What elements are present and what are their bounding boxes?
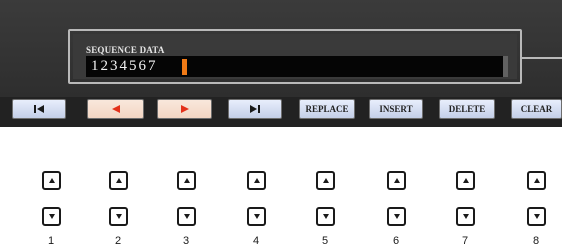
up-arrow-icon [48, 178, 55, 183]
down-button-3[interactable] [177, 207, 196, 226]
sequence-data-value: 1234567 [91, 58, 158, 74]
down-arrow-icon [462, 214, 469, 219]
down-button-1[interactable] [42, 207, 61, 226]
skip-to-end-icon [250, 105, 260, 113]
down-arrow-icon [183, 214, 190, 219]
skip-to-start-icon [34, 105, 44, 113]
down-button-8[interactable] [527, 207, 546, 226]
up-arrow-icon [183, 178, 190, 183]
down-button-2[interactable] [109, 207, 128, 226]
button-number-1: 1 [47, 235, 55, 247]
left-arrow-icon [111, 105, 120, 113]
right-arrow-icon [180, 105, 189, 113]
up-arrow-icon [322, 178, 329, 183]
cursor-right-button[interactable] [157, 99, 212, 119]
sequence-data-box: SEQUENCE DATA 1234567 [68, 29, 522, 84]
up-arrow-icon [462, 178, 469, 183]
down-button-4[interactable] [247, 207, 266, 226]
button-number-8: 8 [532, 235, 540, 247]
function-button-bar: REPLACE INSERT DELETE CLEAR [0, 97, 562, 127]
up-button-6[interactable] [387, 171, 406, 190]
lcd-screen: SEQUENCE DATA 1234567 REPLACE INSERT DEL… [0, 0, 562, 127]
up-arrow-icon [533, 178, 540, 183]
jump-to-start-button[interactable] [12, 99, 66, 119]
down-arrow-icon [115, 214, 122, 219]
button-number-4: 4 [252, 235, 260, 247]
field-end-tab [503, 56, 508, 77]
up-arrow-icon [115, 178, 122, 183]
up-arrow-icon [253, 178, 260, 183]
text-cursor [182, 59, 187, 75]
down-arrow-icon [533, 214, 540, 219]
sequence-data-title: SEQUENCE DATA [86, 45, 165, 55]
insert-button[interactable]: INSERT [369, 99, 423, 119]
up-button-5[interactable] [316, 171, 335, 190]
down-arrow-icon [253, 214, 260, 219]
button-number-5: 5 [321, 235, 329, 247]
up-button-7[interactable] [456, 171, 475, 190]
down-arrow-icon [322, 214, 329, 219]
button-number-2: 2 [114, 235, 122, 247]
delete-button[interactable]: DELETE [439, 99, 495, 119]
up-button-3[interactable] [177, 171, 196, 190]
up-button-1[interactable] [42, 171, 61, 190]
jump-to-end-button[interactable] [228, 99, 282, 119]
down-arrow-icon [48, 214, 55, 219]
button-number-6: 6 [392, 235, 400, 247]
cursor-left-button[interactable] [87, 99, 144, 119]
up-arrow-icon [393, 178, 400, 183]
down-button-6[interactable] [387, 207, 406, 226]
down-arrow-icon [393, 214, 400, 219]
sequence-data-field[interactable]: 1234567 [86, 56, 508, 77]
clear-button[interactable]: CLEAR [511, 99, 562, 119]
leader-line [522, 57, 562, 59]
up-button-4[interactable] [247, 171, 266, 190]
down-button-7[interactable] [456, 207, 475, 226]
button-number-3: 3 [182, 235, 190, 247]
down-button-5[interactable] [316, 207, 335, 226]
replace-button[interactable]: REPLACE [299, 99, 355, 119]
up-button-2[interactable] [109, 171, 128, 190]
up-button-8[interactable] [527, 171, 546, 190]
button-number-7: 7 [461, 235, 469, 247]
